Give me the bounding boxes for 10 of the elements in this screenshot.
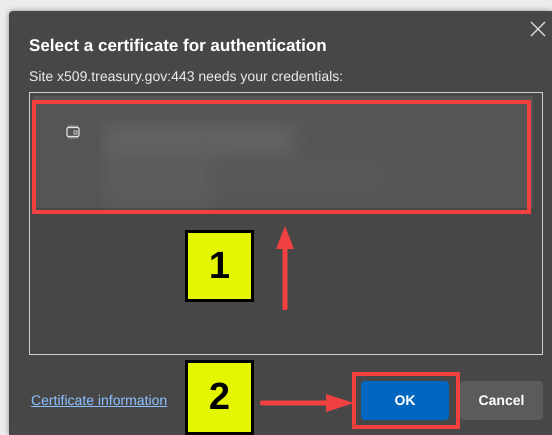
ok-button[interactable]: OK [361,381,449,420]
close-button[interactable] [530,21,546,37]
chip-icon [65,124,81,140]
cancel-button[interactable]: Cancel [460,381,543,420]
step-label: 2 [185,360,254,435]
step-label: 1 [185,230,254,302]
close-icon [530,21,546,37]
certificate-information-link[interactable]: Certificate information [31,390,168,411]
dialog-title: Select a certificate for authentication [29,35,328,57]
site-message: Site x509.treasury.gov:443 needs your credentials: [29,67,344,85]
